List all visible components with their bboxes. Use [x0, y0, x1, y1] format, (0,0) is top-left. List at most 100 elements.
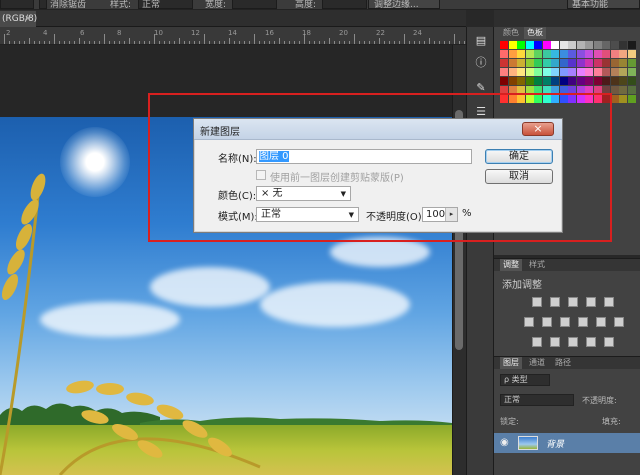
hue-saturation-icon[interactable]: [524, 317, 534, 327]
levels-icon[interactable]: [550, 297, 560, 307]
color-swatch[interactable]: [559, 59, 568, 67]
color-swatch[interactable]: [627, 86, 636, 94]
curves-icon[interactable]: [568, 297, 578, 307]
color-swatch[interactable]: [542, 59, 551, 67]
color-swatch[interactable]: [551, 77, 559, 85]
color-swatch[interactable]: [627, 41, 636, 49]
color-swatch[interactable]: [542, 41, 551, 49]
color-swatch[interactable]: [602, 59, 610, 67]
color-swatch[interactable]: [610, 41, 619, 49]
color-swatch[interactable]: [627, 50, 636, 58]
tab-adjustments[interactable]: 调整: [500, 259, 522, 271]
color-swatch[interactable]: [559, 41, 568, 49]
color-swatch[interactable]: [525, 59, 534, 67]
color-swatch[interactable]: [534, 41, 542, 49]
color-swatch[interactable]: [500, 50, 508, 58]
color-swatch[interactable]: [585, 59, 593, 67]
color-swatch[interactable]: [500, 41, 508, 49]
photo-filter-icon[interactable]: [578, 317, 588, 327]
layer-name[interactable]: 背景: [546, 437, 564, 450]
color-swatch[interactable]: [576, 41, 585, 49]
color-swatch[interactable]: [534, 68, 542, 76]
color-swatch[interactable]: [610, 68, 619, 76]
invert-icon[interactable]: [532, 337, 542, 347]
color-swatch[interactable]: [602, 41, 610, 49]
color-swatch[interactable]: [551, 59, 559, 67]
color-swatch[interactable]: [500, 68, 508, 76]
width-input[interactable]: [232, 0, 277, 9]
color-swatch[interactable]: [619, 68, 627, 76]
options-field-left[interactable]: [0, 0, 34, 9]
black-white-icon[interactable]: [560, 317, 570, 327]
color-swatch[interactable]: [585, 50, 593, 58]
posterize-icon[interactable]: [550, 337, 560, 347]
color-swatch[interactable]: [627, 59, 636, 67]
color-swatch[interactable]: [610, 59, 619, 67]
color-swatch[interactable]: [534, 59, 542, 67]
anti-alias-checkbox[interactable]: [39, 0, 47, 9]
color-swatch[interactable]: [508, 50, 517, 58]
color-balance-icon[interactable]: [542, 317, 552, 327]
color-swatch[interactable]: [500, 77, 508, 85]
color-swatch[interactable]: [534, 77, 542, 85]
layer-row-background[interactable]: [494, 433, 640, 453]
color-swatch[interactable]: [525, 41, 534, 49]
color-swatch[interactable]: [542, 68, 551, 76]
eye-icon[interactable]: ◉: [500, 437, 509, 448]
color-swatch[interactable]: [585, 68, 593, 76]
close-tab-icon[interactable]: ×: [22, 11, 34, 27]
color-swatch[interactable]: [593, 59, 602, 67]
tab-paths[interactable]: 路径: [552, 357, 574, 369]
threshold-icon[interactable]: [568, 337, 578, 347]
color-swatch[interactable]: [627, 77, 636, 85]
brightness-icon[interactable]: [532, 297, 542, 307]
gradient-map-icon[interactable]: [586, 337, 596, 347]
info-icon[interactable]: ⓘ: [474, 56, 488, 70]
color-swatch[interactable]: [551, 68, 559, 76]
color-swatch[interactable]: [610, 77, 619, 85]
blend-mode-select[interactable]: 正常: [500, 394, 574, 406]
color-swatch[interactable]: [593, 77, 602, 85]
color-swatch[interactable]: [517, 41, 525, 49]
color-swatch[interactable]: [525, 68, 534, 76]
color-swatch[interactable]: [619, 41, 627, 49]
color-swatch[interactable]: [508, 68, 517, 76]
color-swatch[interactable]: [602, 77, 610, 85]
color-swatch[interactable]: [585, 41, 593, 49]
color-swatch[interactable]: [610, 50, 619, 58]
color-swatch[interactable]: [525, 50, 534, 58]
color-swatch[interactable]: [576, 59, 585, 67]
tab-styles[interactable]: 样式: [526, 259, 548, 271]
color-swatch[interactable]: [525, 77, 534, 85]
color-swatch[interactable]: [568, 41, 576, 49]
color-swatch[interactable]: [593, 41, 602, 49]
vibrance-icon[interactable]: [604, 297, 614, 307]
color-swatch[interactable]: [517, 68, 525, 76]
color-swatch[interactable]: [551, 50, 559, 58]
color-swatch[interactable]: [593, 68, 602, 76]
color-swatch[interactable]: [627, 95, 636, 103]
color-swatch[interactable]: [559, 77, 568, 85]
color-swatch[interactable]: [517, 77, 525, 85]
selective-color-icon[interactable]: [604, 337, 614, 347]
tab-layers[interactable]: 图层: [500, 357, 522, 369]
color-swatch[interactable]: [619, 77, 627, 85]
color-swatch[interactable]: [619, 86, 627, 94]
color-swatch[interactable]: [542, 50, 551, 58]
color-swatch[interactable]: [568, 77, 576, 85]
color-swatch[interactable]: [559, 68, 568, 76]
color-swatch[interactable]: [627, 68, 636, 76]
color-swatch[interactable]: [568, 59, 576, 67]
color-swatch[interactable]: [568, 68, 576, 76]
channel-mixer-icon[interactable]: [596, 317, 606, 327]
color-swatch[interactable]: [602, 68, 610, 76]
color-swatch[interactable]: [542, 77, 551, 85]
color-swatch[interactable]: [534, 50, 542, 58]
color-swatch[interactable]: [568, 50, 576, 58]
tab-swatches[interactable]: 色板: [524, 27, 546, 39]
color-swatch[interactable]: [508, 77, 517, 85]
color-swatch[interactable]: [559, 50, 568, 58]
color-swatch[interactable]: [576, 77, 585, 85]
color-swatch[interactable]: [551, 41, 559, 49]
color-swatch[interactable]: [517, 50, 525, 58]
